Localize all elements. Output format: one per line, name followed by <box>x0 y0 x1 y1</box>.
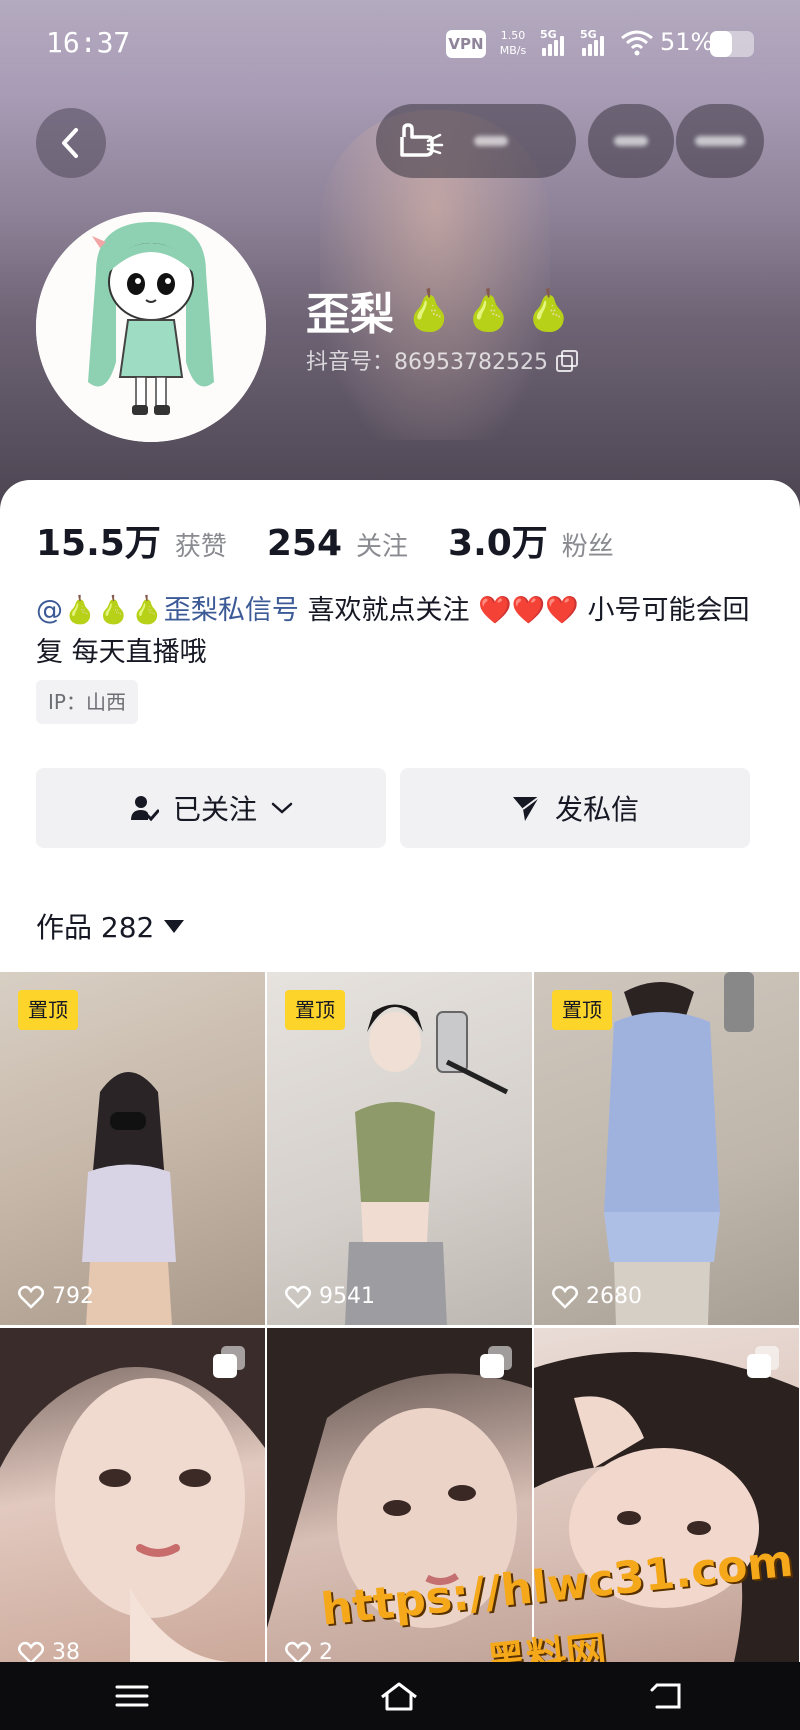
blurred-action-button[interactable] <box>588 104 674 178</box>
tab-works[interactable]: 作品 282 <box>36 906 185 946</box>
video-thumbnail[interactable]: 置顶 9541 <box>267 972 532 1325</box>
send-message-label: 发私信 <box>554 793 639 826</box>
stat-likes[interactable]: 15.5万 获赞 <box>36 514 227 566</box>
stat-likes-value: 15.5万 <box>36 523 161 564</box>
pinned-badge: 置顶 <box>18 990 78 1030</box>
pointing-hand-icon <box>400 123 444 157</box>
profile-header: 16:37 VPN 1.50 MB/s 5G 5G 51% 歪梨 🍐 🍐 🍐 抖… <box>0 0 800 520</box>
pear-emoji: 🍐 <box>523 287 574 334</box>
blurred-label <box>474 136 508 146</box>
send-icon <box>512 796 540 821</box>
top-action-group <box>376 104 764 178</box>
send-message-button[interactable]: 发私信 <box>400 768 750 848</box>
battery-icon <box>710 31 754 57</box>
video-thumbnail[interactable]: 38 <box>0 1328 265 1681</box>
video-thumbnail[interactable]: 置顶 2680 <box>534 972 799 1325</box>
avatar[interactable] <box>36 212 266 442</box>
profile-card: 15.5万 获赞 254 关注 3.0万 粉丝 @🍐🍐🍐歪梨私信号 喜欢就点关注… <box>0 480 800 970</box>
likes-count-text: 9541 <box>319 1284 375 1309</box>
works-tab-label: 作品 282 <box>36 911 155 944</box>
douyin-id: 抖音号：86953782525 <box>306 344 578 376</box>
stat-following[interactable]: 254 关注 <box>267 523 408 564</box>
stats-row: 15.5万 获赞 254 关注 3.0万 粉丝 <box>36 514 654 566</box>
signal-icon: 5G <box>540 28 574 58</box>
stat-followers-value: 3.0万 <box>448 523 548 564</box>
menu-icon[interactable] <box>115 1683 149 1709</box>
heart-outline-icon <box>285 1641 311 1665</box>
wifi-icon <box>621 30 653 56</box>
stat-following-value: 254 <box>266 523 342 564</box>
caret-down-icon <box>164 919 185 933</box>
chevron-left-icon <box>62 128 78 158</box>
stat-followers[interactable]: 3.0万 粉丝 <box>448 514 614 566</box>
avatar-illustration <box>36 212 266 442</box>
system-nav-bar <box>0 1662 800 1730</box>
blurred-more-button[interactable] <box>676 104 764 178</box>
likes-count: 9541 <box>285 1284 375 1309</box>
pear-emoji: 🍐 <box>404 287 454 334</box>
net-speed: 1.50 MB/s <box>499 29 527 57</box>
heart-outline-icon <box>18 1641 44 1665</box>
nickname: 歪梨 🍐 🍐 🍐 <box>306 278 573 342</box>
video-thumbnail[interactable]: 置顶 792 <box>0 972 265 1325</box>
chevron-down-icon <box>271 802 293 814</box>
gesture-button[interactable] <box>376 104 576 178</box>
home-icon[interactable] <box>379 1681 419 1711</box>
stat-followers-label: 粉丝 <box>561 532 614 562</box>
bio-text: 喜欢就点关注 <box>298 595 479 626</box>
copy-icon[interactable] <box>555 350 578 372</box>
heart-outline-icon <box>18 1285 44 1309</box>
nickname-text: 歪梨 <box>306 289 394 340</box>
status-time: 16:37 <box>46 26 131 59</box>
back-button[interactable] <box>36 108 106 178</box>
video-thumbnail[interactable]: 2 <box>267 1328 532 1681</box>
battery-percent: 51% <box>660 28 714 56</box>
stat-following-label: 关注 <box>356 532 409 562</box>
likes-count: 2680 <box>552 1284 642 1309</box>
heart-outline-icon <box>285 1285 311 1309</box>
pinned-badge: 置顶 <box>285 990 345 1030</box>
status-bar: 16:37 VPN 1.50 MB/s 5G 5G 51% <box>0 0 800 90</box>
likes-count: 792 <box>18 1284 94 1309</box>
ip-location-tag: IP：山西 <box>36 680 138 724</box>
pear-emoji: 🍐 <box>463 287 514 334</box>
multi-image-icon <box>213 1346 247 1380</box>
bio-mention-link[interactable]: @🍐🍐🍐歪梨私信号 <box>36 595 299 626</box>
heart-outline-icon <box>552 1285 578 1309</box>
signal-icon-2: 5G <box>580 28 614 58</box>
followed-button[interactable]: 已关注 <box>36 768 386 848</box>
bio: @🍐🍐🍐歪梨私信号 喜欢就点关注 ❤️❤️❤️ 小号可能会回复 每天直播哦 <box>36 590 766 674</box>
user-check-icon <box>130 796 159 822</box>
likes-count-text: 792 <box>52 1284 94 1309</box>
douyin-id-text: 抖音号：86953782525 <box>306 350 548 375</box>
multi-image-icon <box>480 1346 514 1380</box>
heart-emojis: ❤️❤️❤️ <box>478 595 579 626</box>
stat-likes-label: 获赞 <box>174 532 227 562</box>
vpn-badge: VPN <box>446 30 486 58</box>
likes-count-text: 2680 <box>586 1284 642 1309</box>
back-nav-icon[interactable] <box>649 1681 685 1711</box>
multi-image-icon <box>747 1346 781 1380</box>
pinned-badge: 置顶 <box>552 990 612 1030</box>
followed-label: 已关注 <box>172 793 257 826</box>
